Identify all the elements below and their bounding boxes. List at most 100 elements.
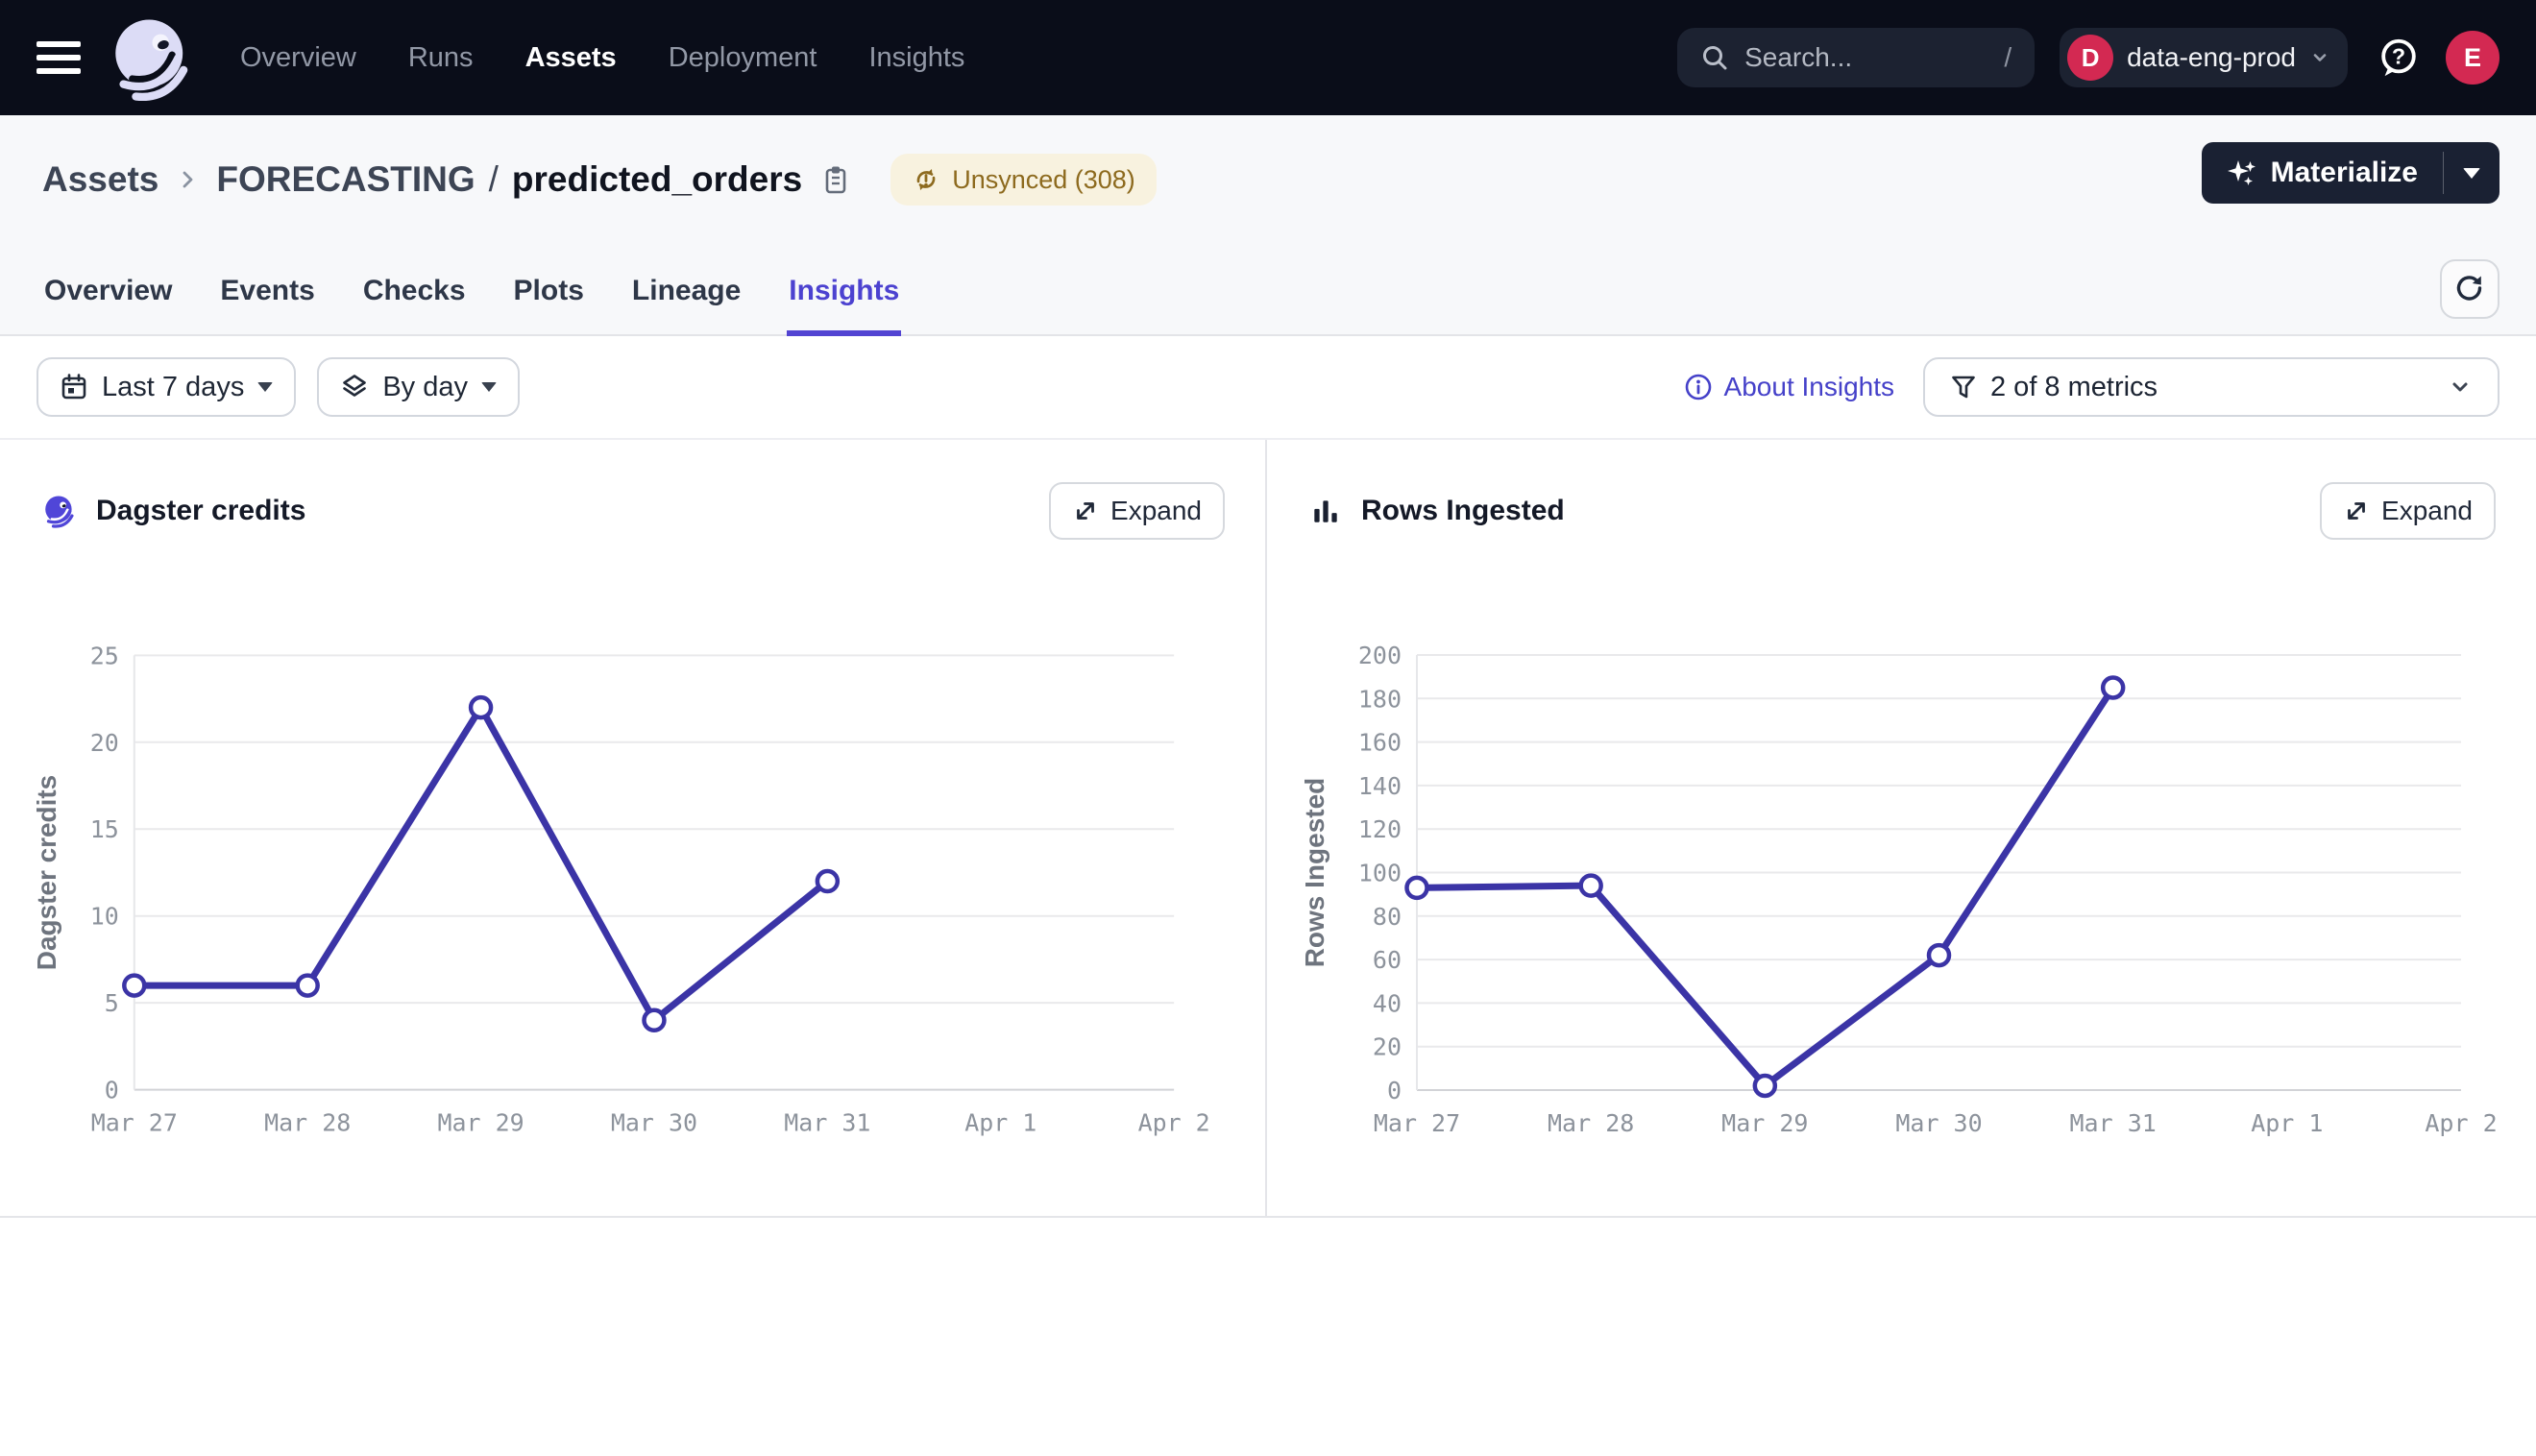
copy-icon[interactable] [819,163,852,196]
top-nav: Overview Runs Assets Deployment Insights… [0,0,2536,115]
breadcrumb-assets-link[interactable]: Assets [42,159,158,200]
refresh-icon [2453,273,2486,305]
tab-plots[interactable]: Plots [512,261,586,336]
materialize-button[interactable]: Materialize [2202,142,2443,204]
granularity-label: By day [382,372,468,403]
svg-text:Mar 30: Mar 30 [611,1109,697,1137]
svg-text:20: 20 [90,729,119,757]
svg-text:Mar 31: Mar 31 [784,1109,870,1137]
svg-text:Mar 29: Mar 29 [1721,1109,1808,1137]
calendar-icon [60,373,88,401]
expand-button[interactable]: Expand [2320,482,2496,540]
search-box[interactable]: / [1677,28,2035,87]
primary-nav: Overview Runs Assets Deployment Insights [240,42,964,74]
user-avatar[interactable]: E [2446,31,2499,85]
svg-text:40: 40 [1373,989,1402,1017]
nav-item-insights[interactable]: Insights [868,42,964,74]
breadcrumb-group-link[interactable]: FORECASTING [216,159,475,200]
granularity-button[interactable]: By day [317,357,520,417]
svg-text:Apr 2: Apr 2 [1138,1109,1210,1137]
expand-label: Expand [1110,496,1202,526]
chart-title: Rows Ingested [1361,495,1565,527]
svg-text:Mar 28: Mar 28 [264,1109,351,1137]
svg-text:5: 5 [105,989,119,1017]
funnel-icon [1950,374,1977,400]
expand-icon [1072,497,1099,524]
tab-lineage[interactable]: Lineage [630,261,743,336]
caret-down-icon [257,382,273,392]
svg-text:120: 120 [1358,815,1402,843]
insights-charts: Dagster credits Expand 0 5 10 15 20 25 Mar 27 M… [0,440,2536,1218]
unsynced-status-badge[interactable]: Unsynced (308) [890,154,1157,206]
expand-label: Expand [2381,496,2473,526]
rows-ingested-chart[interactable]: 020406080100120140160180200Mar 27Mar 28M… [1267,567,2536,1162]
dagster-icon [42,494,77,528]
dagster-credits-chart[interactable]: 0 5 10 15 20 25 Mar 27 Mar 28 Mar 29 Mar 30 Mar 31… [0,567,1265,1162]
nav-item-runs[interactable]: Runs [408,42,474,74]
about-insights-link[interactable]: About Insights [1684,372,1894,402]
info-icon [1684,373,1713,401]
tab-overview[interactable]: Overview [42,261,174,336]
sync-alert-icon [912,165,940,194]
svg-text:160: 160 [1358,729,1402,757]
date-range-label: Last 7 days [102,372,244,403]
asset-tabs: Overview Events Checks Plots Lineage Ins… [0,261,2536,334]
svg-text:100: 100 [1358,860,1402,887]
materialize-dropdown-button[interactable] [2444,142,2499,204]
chevron-down-icon [2448,375,2473,400]
svg-text:80: 80 [1373,903,1402,931]
deployment-switcher[interactable]: D data-eng-prod [2060,28,2348,87]
about-insights-label: About Insights [1724,372,1894,402]
nav-item-deployment[interactable]: Deployment [669,42,817,74]
materialize-split-button: Materialize [2202,142,2499,204]
caret-down-icon [481,382,497,392]
nav-item-overview[interactable]: Overview [240,42,356,74]
svg-text:15: 15 [90,815,119,843]
svg-text:10: 10 [90,903,119,931]
deployment-name: data-eng-prod [2127,42,2296,73]
rows-ingested-card: Rows Ingested Expand 0204060801001201401… [1267,440,2536,1216]
svg-text:60: 60 [1373,946,1402,974]
layers-icon [340,373,369,401]
help-icon[interactable]: ? [2377,36,2421,80]
svg-text:Dagster credits: Dagster credits [32,775,61,970]
hamburger-menu-icon[interactable] [37,41,81,74]
breadcrumb: Assets FORECASTING / predicted_orders Un… [0,115,2536,206]
svg-text:Mar 28: Mar 28 [1548,1109,1634,1137]
tab-insights[interactable]: Insights [787,261,901,336]
tab-events[interactable]: Events [218,261,316,336]
chevron-right-icon [176,168,199,191]
svg-text:Mar 27: Mar 27 [91,1109,178,1137]
metrics-filter-label: 2 of 8 metrics [1990,372,2434,403]
search-input[interactable] [1744,42,1988,73]
search-icon [1700,43,1729,72]
dagster-credits-card: Dagster credits Expand 0 5 10 15 20 25 Mar 27 M… [0,440,1267,1216]
bar-chart-icon [1309,495,1342,527]
refresh-button[interactable] [2440,259,2499,319]
deployment-badge: D [2067,35,2113,81]
expand-button[interactable]: Expand [1049,482,1225,540]
search-shortcut-hint: / [2004,42,2012,73]
chevron-down-icon [2309,47,2330,68]
date-range-button[interactable]: Last 7 days [37,357,296,417]
nav-item-assets[interactable]: Assets [525,42,617,74]
svg-text:0: 0 [1387,1077,1402,1104]
dagster-logo-icon[interactable] [108,13,196,102]
svg-text:Mar 29: Mar 29 [438,1109,524,1137]
svg-text:Apr 1: Apr 1 [964,1109,1036,1137]
materialize-label: Materialize [2271,157,2418,189]
breadcrumb-separator: / [489,159,499,200]
svg-text:25: 25 [90,642,119,669]
insights-filter-bar: Last 7 days By day About Insights 2 of 8… [0,336,2536,440]
svg-text:Mar 31: Mar 31 [2070,1109,2157,1137]
asset-name: predicted_orders [512,159,802,200]
svg-text:Apr 2: Apr 2 [2425,1109,2497,1137]
chart-title: Dagster credits [96,495,305,527]
metrics-filter-select[interactable]: 2 of 8 metrics [1923,357,2499,417]
sparkles-icon [2227,158,2257,188]
tab-checks[interactable]: Checks [361,261,468,336]
svg-text:0: 0 [105,1077,119,1104]
expand-icon [2343,497,2370,524]
svg-text:Mar 27: Mar 27 [1374,1109,1460,1137]
svg-text:?: ? [2392,44,2405,69]
